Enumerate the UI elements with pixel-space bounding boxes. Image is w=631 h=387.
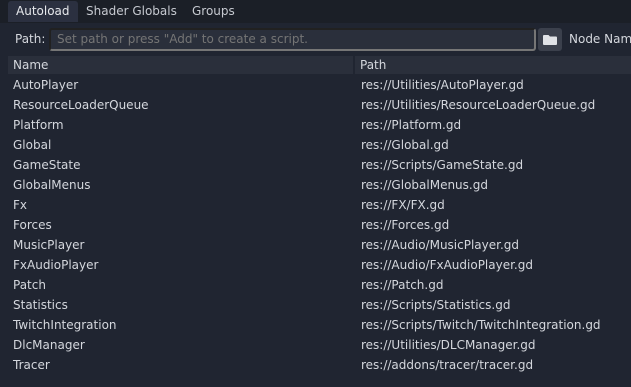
autoload-path-cell: res://Platform.gd (361, 118, 462, 132)
autoload-name-cell: FxAudioPlayer (13, 258, 99, 272)
table-row[interactable]: MusicPlayer res://Audio/MusicPlayer.gd (8, 235, 631, 255)
autoload-path-cell: res://Utilities/AutoPlayer.gd (361, 78, 524, 92)
autoload-path-cell: res://Scripts/Twitch/TwitchIntegration.g… (361, 318, 601, 332)
open-folder-button[interactable] (538, 28, 562, 51)
table-row[interactable]: Global res://Global.gd (8, 135, 631, 155)
tab-groups[interactable]: Groups (184, 1, 243, 22)
tab-shader-globals[interactable]: Shader Globals (78, 1, 185, 22)
node-name-label: Node Name (569, 32, 631, 46)
autoload-name-cell: TwitchIntegration (13, 318, 117, 332)
autoload-path-cell: res://Utilities/ResourceLoaderQueue.gd (361, 98, 596, 112)
autoload-path-cell: res://Scripts/Statistics.gd (361, 298, 511, 312)
table-row[interactable]: Tracer res://addons/tracer/tracer.gd (8, 355, 631, 375)
autoload-table: Name Path AutoPlayer res://Utilities/Auto… (8, 56, 631, 387)
autoload-name-cell: Fx (13, 198, 28, 212)
table-row[interactable]: FxAudioPlayer res://Audio/FxAudioPlayer.g… (8, 255, 631, 275)
table-row[interactable]: Fx res://FX/FX.gd (8, 195, 631, 215)
autoload-path-cell: res://Patch.gd (361, 278, 444, 292)
autoload-path-cell: res://addons/tracer/tracer.gd (361, 358, 534, 372)
autoload-path-cell: res://GlobalMenus.gd (361, 178, 488, 192)
autoload-name-cell: DlcManager (13, 338, 85, 352)
tab-bar: Autoload Shader Globals Groups (0, 0, 631, 23)
folder-icon (543, 35, 557, 45)
autoload-path-cell: res://Global.gd (361, 138, 449, 152)
table-row[interactable]: TwitchIntegration res://Scripts/Twitch/Tw… (8, 315, 631, 335)
table-row[interactable]: Statistics res://Scripts/Statistics.gd (8, 295, 631, 315)
autoload-path-cell: res://Utilities/DLCManager.gd (361, 338, 536, 352)
autoload-path-cell: res://Audio/FxAudioPlayer.gd (361, 258, 533, 272)
table-row[interactable]: DlcManager res://Utilities/DLCManager.gd (8, 335, 631, 355)
path-input[interactable] (49, 28, 536, 51)
table-row[interactable]: Forces res://Forces.gd (8, 215, 631, 235)
autoload-path-cell: res://FX/FX.gd (361, 198, 445, 212)
autoload-path-cell: res://Scripts/GameState.gd (361, 158, 524, 172)
autoload-name-cell: Patch (13, 278, 46, 292)
tab-autoload[interactable]: Autoload (8, 1, 78, 22)
autoload-name-cell: AutoPlayer (13, 78, 79, 92)
autoload-name-cell: Statistics (13, 298, 68, 312)
table-row[interactable]: Platform res://Platform.gd (8, 115, 631, 135)
path-row: Path: Node Name (0, 28, 631, 52)
table-row[interactable]: AutoPlayer res://Utilities/AutoPlayer.gd (8, 75, 631, 95)
autoload-name-cell: ResourceLoaderQueue (13, 98, 149, 112)
autoload-name-cell: Global (13, 138, 52, 152)
autoload-name-cell: Platform (13, 118, 64, 132)
autoload-name-cell: GameState (13, 158, 81, 172)
autoload-path-cell: res://Audio/MusicPlayer.gd (361, 238, 520, 252)
autoload-path-cell: res://Forces.gd (361, 218, 450, 232)
column-header-name[interactable]: Name (8, 56, 353, 74)
autoload-name-cell: MusicPlayer (13, 238, 85, 252)
table-row[interactable]: ResourceLoaderQueue res://Utilities/Resou… (8, 95, 631, 115)
autoload-name-cell: GlobalMenus (13, 178, 91, 192)
column-header-path[interactable]: Path (355, 56, 631, 74)
autoload-name-cell: Forces (13, 218, 52, 232)
table-row[interactable]: Patch res://Patch.gd (8, 275, 631, 295)
table-row[interactable]: GameState res://Scripts/GameState.gd (8, 155, 631, 175)
autoload-name-cell: Tracer (13, 358, 50, 372)
path-label: Path: (15, 32, 46, 46)
table-row[interactable]: GlobalMenus res://GlobalMenus.gd (8, 175, 631, 195)
